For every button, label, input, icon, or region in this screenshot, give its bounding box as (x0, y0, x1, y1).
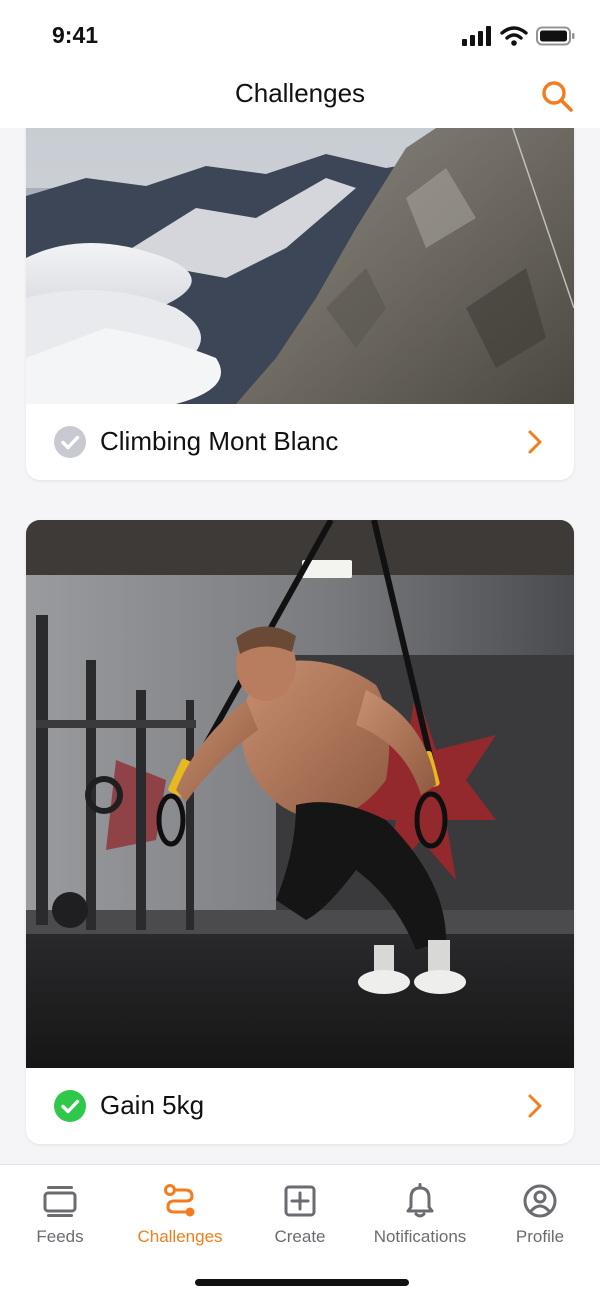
status-bar: 9:41 (0, 0, 600, 68)
tab-notifications[interactable]: Notifications (360, 1183, 480, 1263)
gym-suspension-training-photo (26, 520, 574, 1068)
tab-label: Profile (515, 1227, 565, 1246)
challenge-title: Gain 5kg (100, 1090, 205, 1120)
tab-create[interactable]: Create (240, 1183, 360, 1263)
mountain-ridge-photo (26, 128, 574, 404)
tab-feeds[interactable]: Feeds (0, 1183, 120, 1263)
tab-challenges[interactable]: Challenges (120, 1183, 240, 1263)
tab-label: Feeds (36, 1227, 84, 1246)
incomplete-check-icon (54, 426, 86, 458)
battery-icon (536, 26, 575, 46)
chevron-right-icon[interactable] (524, 428, 546, 456)
challenges-route-icon (164, 1184, 195, 1217)
tab-label: Challenges (137, 1227, 223, 1246)
bell-icon (406, 1183, 434, 1218)
completed-check-icon (54, 1090, 86, 1122)
wifi-icon (500, 26, 528, 46)
challenge-list[interactable]: Climbing Mont Blanc Gain 5kg (0, 128, 600, 1164)
home-indicator (195, 1279, 409, 1286)
challenge-title: Climbing Mont Blanc (100, 426, 339, 456)
profile-icon (523, 1184, 557, 1218)
tab-label: Notifications (373, 1227, 467, 1246)
feeds-icon (43, 1186, 77, 1217)
chevron-right-icon[interactable] (524, 1092, 546, 1120)
challenge-card-footer[interactable]: Climbing Mont Blanc (26, 404, 574, 480)
tab-profile[interactable]: Profile (480, 1183, 600, 1263)
page-title: Challenges (234, 78, 366, 108)
tab-label: Create (274, 1227, 326, 1246)
challenge-card[interactable]: Gain 5kg (26, 520, 574, 1144)
challenge-card-footer[interactable]: Gain 5kg (26, 1068, 574, 1144)
challenge-card[interactable]: Climbing Mont Blanc (26, 128, 574, 480)
cellular-signal-icon (462, 26, 491, 46)
navigation-header: Challenges (0, 68, 600, 128)
search-icon[interactable] (540, 79, 574, 113)
status-icons (462, 26, 576, 46)
create-plus-icon (284, 1185, 316, 1217)
status-time: 9:41 (52, 22, 99, 48)
